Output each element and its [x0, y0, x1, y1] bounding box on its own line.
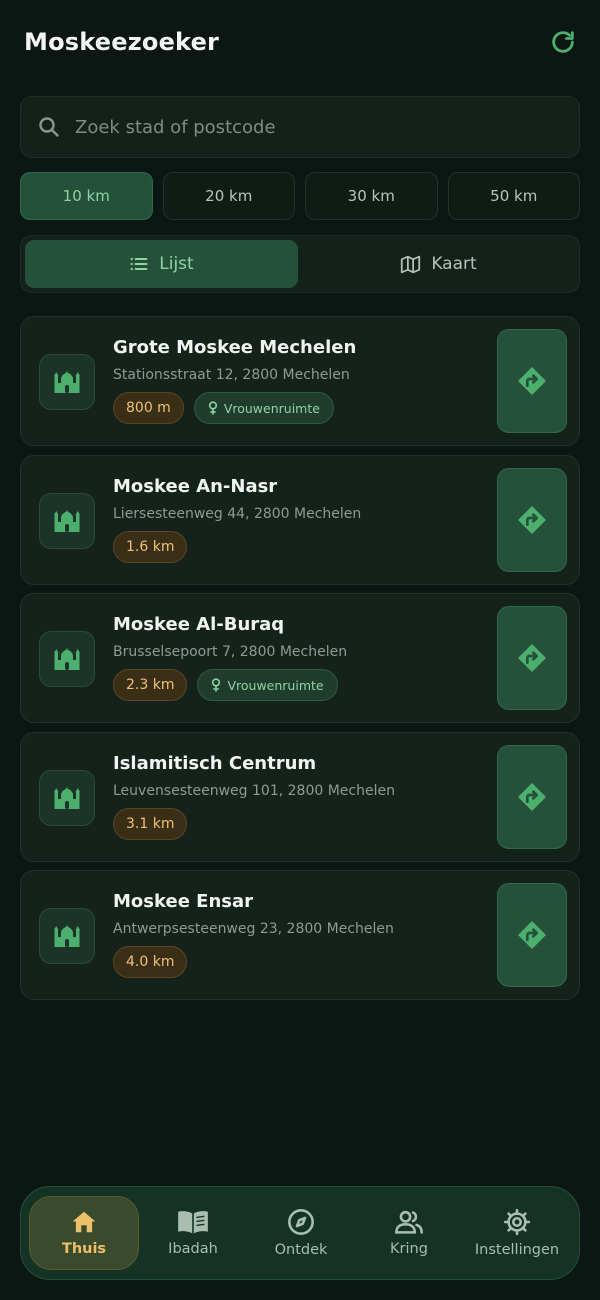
- list-icon: [130, 258, 148, 270]
- mosque-icon: [39, 908, 95, 964]
- nav-item-thuis[interactable]: Thuis: [29, 1196, 139, 1270]
- list-view-label: Lijst: [159, 254, 194, 274]
- mosque-address: Brusselsepoort 7, 2800 Mechelen: [113, 644, 348, 660]
- gear-icon: [503, 1208, 531, 1236]
- nav-label: Instellingen: [474, 1242, 560, 1258]
- directions-icon: [518, 367, 546, 395]
- mosque-list: Grote Moskee Mechelen Stationsstraat 12,…: [20, 316, 580, 1009]
- distance-badge: 1.6 km: [113, 530, 188, 563]
- radius-chip-50[interactable]: 50 km: [447, 172, 580, 220]
- nav-label: Ibadah: [168, 1241, 218, 1257]
- distance-badge: 3.1 km: [113, 807, 188, 840]
- view-toggle: Lijst Kaart: [20, 235, 580, 293]
- mosque-tags: 3.1 km: [113, 807, 489, 840]
- directions-button[interactable]: [497, 744, 567, 849]
- home-icon: [72, 1211, 96, 1233]
- map-view-label: Kaart: [431, 254, 477, 274]
- mosque-tags: 800 m Vrouwenruimte: [113, 392, 489, 424]
- distance-badge: 2.3 km: [113, 669, 188, 701]
- nav-item-ontdek[interactable]: Ontdek: [247, 1196, 355, 1270]
- mosque-name: Moskee Al-Buraq: [113, 614, 285, 635]
- mosque-card[interactable]: Moskee An-Nasr Liersesteenweg 44, 2800 M…: [20, 454, 580, 585]
- distance-badge: 4.0 km: [113, 946, 188, 978]
- mosque-card[interactable]: Islamitisch Centrum Leuvensesteenweg 101…: [20, 731, 580, 862]
- mosque-info: Moskee Ensar Antwerpsesteenweg 23, 2800 …: [113, 891, 489, 978]
- radius-chip-30[interactable]: 30 km: [305, 172, 438, 220]
- refresh-icon[interactable]: [546, 25, 580, 59]
- header: Moskeezoeker: [24, 22, 580, 62]
- book-icon: [178, 1211, 208, 1234]
- mosque-address: Stationsstraat 12, 2800 Mechelen: [113, 367, 350, 383]
- people-icon: [395, 1210, 423, 1234]
- distance-badge: 800 m: [113, 392, 184, 424]
- directions-icon: [518, 505, 546, 534]
- mosque-name: Moskee Ensar: [113, 891, 254, 912]
- mosque-icon: [39, 769, 95, 826]
- mosque-info: Grote Moskee Mechelen Stationsstraat 12,…: [113, 337, 489, 424]
- mosque-info: Moskee An-Nasr Liersesteenweg 44, 2800 M…: [113, 476, 489, 563]
- mosque-card[interactable]: Moskee Ensar Antwerpsesteenweg 23, 2800 …: [20, 870, 580, 1000]
- mosque-name: Islamitisch Centrum: [113, 752, 317, 774]
- bottom-nav: Thuis Ibadah Ontdek Kring Instellingen: [20, 1186, 580, 1280]
- mosque-name: Grote Moskee Mechelen: [113, 337, 357, 358]
- directions-button[interactable]: [497, 329, 567, 433]
- radius-filter: 10 km 20 km 30 km 50 km: [20, 172, 580, 220]
- mosque-icon: [39, 354, 95, 410]
- mosque-icon: [39, 492, 95, 549]
- map-icon: [401, 255, 421, 273]
- directions-icon: [518, 644, 546, 672]
- directions-icon: [518, 782, 546, 811]
- radius-chip-20[interactable]: 20 km: [162, 172, 295, 220]
- nav-label: Kring: [390, 1241, 428, 1257]
- mosque-icon: [39, 631, 95, 687]
- directions-icon: [518, 921, 546, 949]
- directions-button[interactable]: [497, 467, 567, 572]
- app-root: Moskeezoeker 10 km 20 km 30 km 50 km Lij…: [0, 0, 600, 1300]
- list-view-button[interactable]: Lijst: [25, 240, 298, 288]
- mosque-address: Antwerpsesteenweg 23, 2800 Mechelen: [113, 921, 394, 937]
- mosque-tags: 1.6 km: [113, 530, 489, 563]
- search-bar[interactable]: [20, 96, 580, 158]
- radius-chip-10[interactable]: 10 km: [20, 172, 153, 220]
- women-space-label: Vrouwenruimte: [223, 400, 320, 416]
- directions-button[interactable]: [497, 606, 567, 710]
- women-space-badge: Vrouwenruimte: [193, 392, 334, 424]
- mosque-card[interactable]: Moskee Al-Buraq Brusselsepoort 7, 2800 M…: [20, 593, 580, 723]
- search-icon: [39, 117, 59, 137]
- women-space-label: Vrouwenruimte: [227, 677, 324, 693]
- nav-item-kring[interactable]: Kring: [355, 1196, 463, 1270]
- search-input[interactable]: [75, 116, 579, 138]
- mosque-card[interactable]: Grote Moskee Mechelen Stationsstraat 12,…: [20, 316, 580, 446]
- nav-label: Ontdek: [274, 1242, 328, 1258]
- mosque-address: Leuvensesteenweg 101, 2800 Mechelen: [113, 782, 395, 799]
- women-space-badge: Vrouwenruimte: [197, 669, 338, 701]
- female-icon: [208, 401, 217, 415]
- mosque-name: Moskee An-Nasr: [113, 475, 278, 497]
- mosque-tags: 4.0 km: [113, 946, 489, 978]
- mosque-address: Liersesteenweg 44, 2800 Mechelen: [113, 505, 362, 522]
- nav-item-ibadah[interactable]: Ibadah: [139, 1196, 247, 1270]
- mosque-info: Islamitisch Centrum Leuvensesteenweg 101…: [113, 753, 489, 840]
- compass-icon: [288, 1209, 314, 1235]
- mosque-tags: 2.3 km Vrouwenruimte: [113, 669, 489, 701]
- page-title: Moskeezoeker: [24, 28, 220, 56]
- nav-item-instellingen[interactable]: Instellingen: [463, 1196, 571, 1270]
- directions-button[interactable]: [497, 883, 567, 987]
- nav-label: Thuis: [61, 1241, 107, 1257]
- female-icon: [212, 678, 221, 692]
- mosque-info: Moskee Al-Buraq Brusselsepoort 7, 2800 M…: [113, 614, 489, 701]
- map-view-button[interactable]: Kaart: [302, 240, 575, 288]
